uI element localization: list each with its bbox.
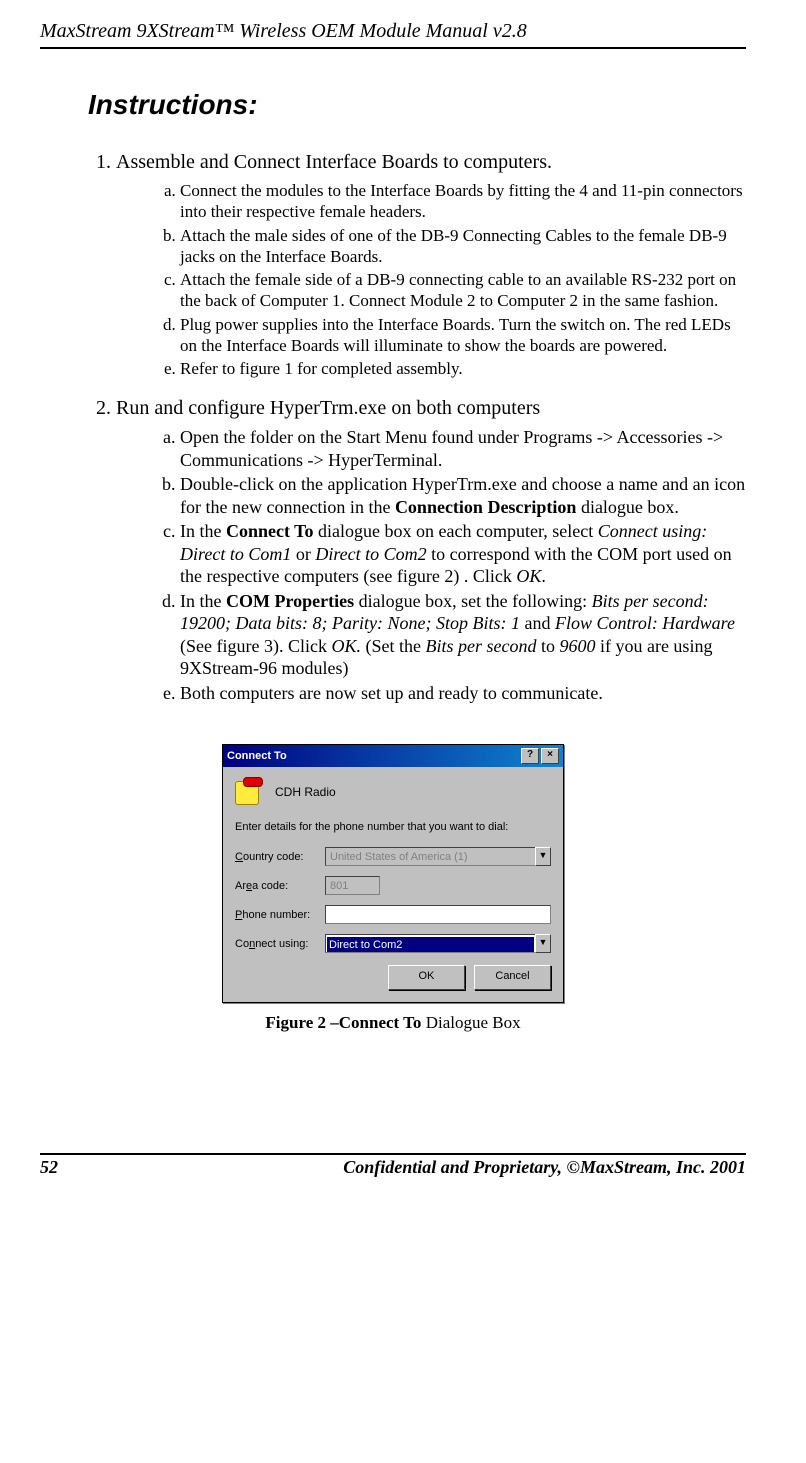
s2d-1: In the — [180, 591, 226, 611]
step-2e: Both computers are now set up and ready … — [180, 682, 746, 705]
step-2b: Double-click on the application HyperTrm… — [180, 473, 746, 518]
footer-copyright: Confidential and Proprietary, ©MaxStream… — [118, 1157, 746, 1178]
label-area: Area code: — [235, 880, 325, 892]
instruction-list: Assemble and Connect Interface Boards to… — [88, 151, 746, 704]
s2c-1: In the — [180, 521, 226, 541]
step-2a: Open the folder on the Start Menu found … — [180, 426, 746, 471]
ok-button[interactable]: OK — [388, 965, 465, 990]
section-title: Instructions: — [88, 89, 746, 121]
label-connect-using: Connect using: — [235, 938, 325, 950]
page-number: 52 — [40, 1157, 58, 1178]
page-footer: 52 Confidential and Proprietary, ©MaxStr… — [40, 1153, 746, 1178]
dialog-title: Connect To — [227, 750, 519, 762]
label-phone: Phone number: — [235, 909, 325, 921]
step-2: Run and configure HyperTrm.exe on both c… — [116, 397, 746, 704]
area-code-field: 801 — [325, 876, 380, 895]
step-2c: In the Connect To dialogue box on each c… — [180, 520, 746, 588]
step-1-substeps: Connect the modules to the Interface Boa… — [156, 180, 746, 379]
fig-cap-tail: Dialogue Box — [421, 1013, 520, 1032]
s2d-7: (See figure 3). Click — [180, 636, 331, 656]
figure-caption: Figure 2 –Connect To Dialogue Box — [40, 1013, 746, 1033]
step-2d: In the COM Properties dialogue box, set … — [180, 590, 746, 680]
step-2b-post: dialogue box. — [576, 497, 678, 517]
phone-number-field[interactable] — [325, 905, 551, 924]
s2d-11: to — [536, 636, 559, 656]
connect-using-field[interactable]: Direct to Com2 — [325, 934, 535, 953]
s2c-3: dialogue box on each computer, select — [314, 521, 598, 541]
step-1-title: Assemble and Connect Interface Boards to… — [116, 151, 552, 173]
s2c-8: OK — [516, 566, 541, 586]
s2d-12: 9600 — [559, 636, 595, 656]
country-field: United States of America (1) — [325, 847, 535, 866]
fig-cap-bold: Connect To — [339, 1013, 422, 1032]
cancel-button[interactable]: Cancel — [474, 965, 551, 990]
step-2b-bold: Connection Description — [395, 497, 577, 517]
country-dropdown-arrow-icon[interactable]: ▼ — [535, 847, 551, 866]
s2d-2: COM Properties — [226, 591, 354, 611]
running-header: MaxStream 9XStream™ Wireless OEM Module … — [40, 20, 746, 47]
s2d-6: Flow Control: Hardware — [555, 613, 735, 633]
s2d-9: (Set the — [361, 636, 426, 656]
step-1: Assemble and Connect Interface Boards to… — [116, 151, 746, 379]
step-1b: Attach the male sides of one of the DB-9… — [180, 225, 746, 268]
step-1a: Connect the modules to the Interface Boa… — [180, 180, 746, 223]
header-rule — [40, 47, 746, 49]
dialog-instruction: Enter details for the phone number that … — [235, 821, 551, 833]
connect-using-dropdown-arrow-icon[interactable]: ▼ — [535, 934, 551, 953]
connection-name: CDH Radio — [275, 785, 336, 799]
s2d-10: Bits per second — [425, 636, 536, 656]
dialog-titlebar[interactable]: Connect To ? × — [223, 745, 563, 767]
step-2-title: Run and configure HyperTrm.exe on both c… — [116, 397, 540, 419]
s2c-2: Connect To — [226, 521, 314, 541]
step-1c: Attach the female side of a DB-9 connect… — [180, 269, 746, 312]
phone-icon — [235, 777, 265, 807]
help-button[interactable]: ? — [521, 748, 539, 764]
step-1d: Plug power supplies into the Interface B… — [180, 314, 746, 357]
label-country: Country code: — [235, 851, 325, 863]
figure-2: Connect To ? × CDH Radio Enter details f… — [40, 744, 746, 1033]
dialog-body: CDH Radio Enter details for the phone nu… — [223, 767, 563, 1002]
s2d-3: dialogue box, set the following: — [354, 591, 591, 611]
s2c-6: Direct to Com2 — [315, 544, 426, 564]
step-2-substeps: Open the folder on the Start Menu found … — [156, 426, 746, 704]
s2d-5: and — [520, 613, 555, 633]
s2c-5: or — [291, 544, 315, 564]
s2d-8: OK. — [331, 636, 361, 656]
connect-to-dialog: Connect To ? × CDH Radio Enter details f… — [222, 744, 564, 1003]
s2c-9: . — [541, 566, 546, 586]
fig-cap-lead: Figure 2 – — [265, 1013, 338, 1032]
close-button[interactable]: × — [541, 748, 559, 764]
step-1e: Refer to figure 1 for completed assembly… — [180, 358, 746, 379]
connect-using-value: Direct to Com2 — [327, 937, 534, 952]
